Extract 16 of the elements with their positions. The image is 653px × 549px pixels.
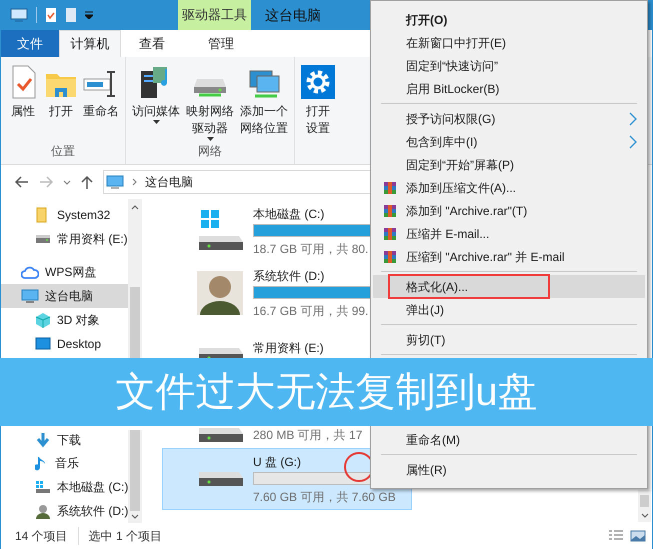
ribbon-group-label: 位置	[51, 143, 75, 160]
item-count: 14 个项目	[15, 527, 79, 545]
ribbon-group-label: 网络	[198, 143, 222, 160]
drive-free-space: 7.60 GB 可用，共 7.60 GB	[253, 488, 396, 506]
drive-name: 本地磁盘 (C:)	[253, 206, 324, 220]
drive-free-space: 18.7 GB 可用，共 80.	[253, 240, 368, 258]
drive-free-space: 16.7 GB 可用，共 99.	[253, 302, 368, 320]
drive-name: 系统软件 (D:)	[253, 268, 324, 282]
caption-banner: 文件过大无法复制到u盘	[0, 358, 653, 426]
drive-name: U 盘 (G:)	[253, 454, 301, 468]
drive-name: 常用资料 (E:)	[253, 340, 324, 355]
tool-tab-header: 驱动器工具	[178, 0, 251, 30]
drive-free-space: 280 MB 可用，共 17	[253, 426, 362, 444]
window-title: 这台电脑	[264, 6, 321, 24]
selection-count: 选中 1 个项目	[88, 528, 162, 545]
address-path: 这台电脑	[145, 174, 193, 191]
